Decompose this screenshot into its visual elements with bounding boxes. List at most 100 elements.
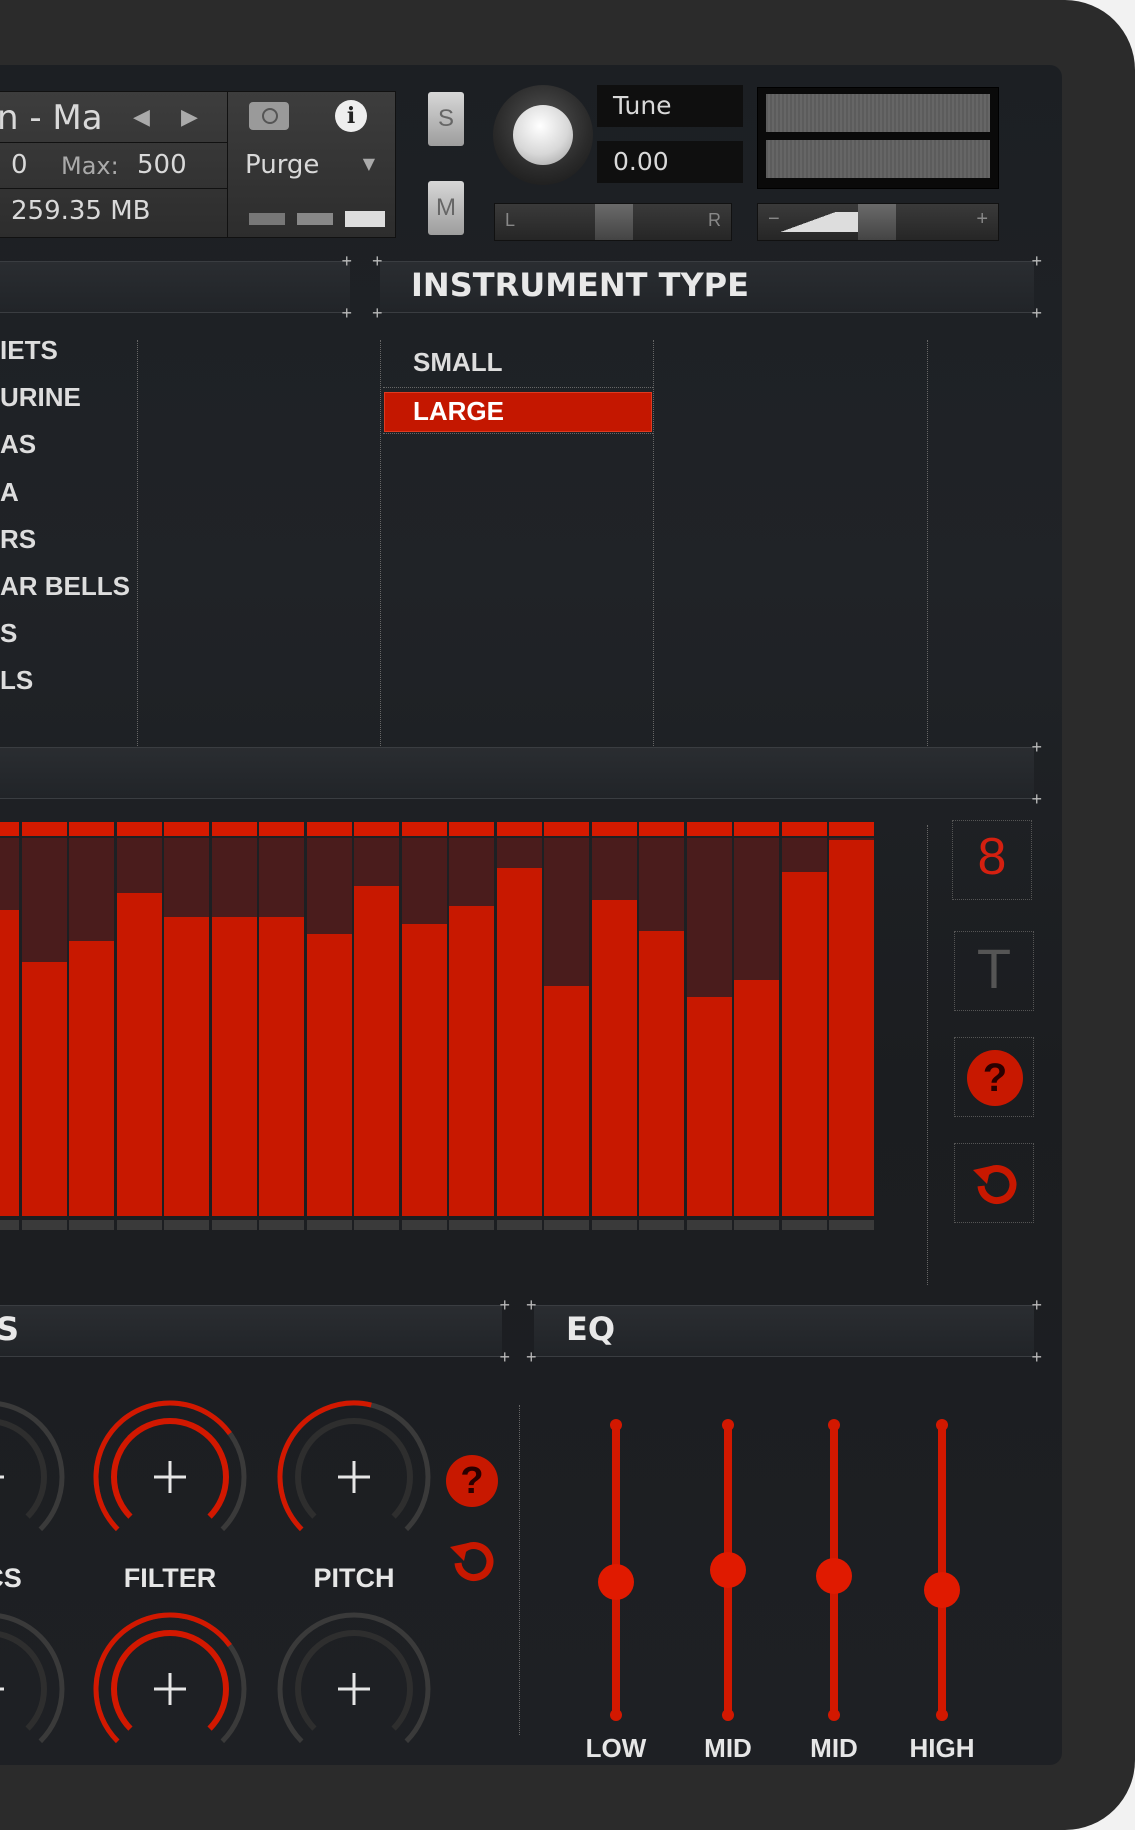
step-bar[interactable]	[591, 822, 637, 1287]
step-bar-fill	[211, 916, 257, 1216]
step-bar[interactable]	[686, 822, 732, 1287]
pan-handle[interactable]	[595, 204, 633, 240]
list-item[interactable]: S	[0, 618, 17, 649]
step-bar-foot	[0, 1220, 19, 1230]
list-item[interactable]: AR BELLS	[0, 571, 130, 602]
step-sequencer[interactable]	[0, 822, 880, 1287]
solo-button[interactable]: S	[428, 92, 464, 146]
step-bar[interactable]	[354, 822, 399, 1287]
instrument-type-large[interactable]: LARGE	[384, 392, 652, 432]
step-bar[interactable]	[544, 822, 589, 1287]
step-bar[interactable]	[401, 822, 447, 1287]
step-bar[interactable]	[306, 822, 352, 1287]
eq-slider[interactable]: LOW	[586, 1355, 646, 1765]
step-bar[interactable]	[0, 822, 19, 1287]
text-button[interactable]: T	[954, 931, 1034, 1011]
fx-knob[interactable]: PITCH	[274, 1397, 434, 1597]
eq-slider-handle[interactable]	[598, 1563, 634, 1600]
step-bar-cap	[544, 822, 589, 836]
step-bar-cap	[0, 822, 19, 836]
step-bar-cap	[259, 822, 304, 836]
eq-slider-handle[interactable]	[924, 1572, 960, 1609]
fx-knob[interactable]: MICS	[0, 1397, 68, 1597]
step-bar[interactable]	[496, 822, 542, 1287]
instrument-type-large-label: LARGE	[413, 396, 504, 426]
step-bar-foot	[496, 1220, 542, 1230]
step-bar-foot	[781, 1220, 827, 1230]
step-bar[interactable]	[69, 822, 114, 1287]
step-bar[interactable]	[781, 822, 827, 1287]
list-item[interactable]: RS	[0, 524, 36, 555]
step-bar-fill	[164, 916, 209, 1216]
step-bar-cap	[639, 822, 684, 836]
eq-slider-endcap	[610, 1419, 622, 1431]
step-bar-foot	[401, 1220, 447, 1230]
mute-button[interactable]: M	[428, 181, 464, 235]
purge-dropdown[interactable]: Purge ▼	[245, 150, 375, 180]
step-count-button[interactable]: 8	[952, 820, 1032, 900]
eq-section-header: + + + + EQ	[526, 1295, 1042, 1367]
step-bar-fill	[544, 986, 589, 1216]
knob-dial	[277, 1612, 431, 1744]
eq-slider-handle[interactable]	[710, 1552, 746, 1588]
tune-label: Tune	[597, 85, 743, 127]
info-icon[interactable]: i	[335, 100, 367, 132]
pan-slider[interactable]: L R	[494, 203, 732, 241]
step-bar[interactable]	[639, 822, 684, 1287]
step-bar[interactable]	[211, 822, 257, 1287]
max-label: Max:	[61, 152, 119, 180]
list-item[interactable]: IETS	[0, 335, 58, 366]
list-item[interactable]: A	[0, 477, 19, 508]
prev-preset-icon[interactable]: ◀	[133, 104, 150, 130]
fx-reset-icon[interactable]	[444, 1533, 500, 1589]
eq-slider[interactable]: HIGH	[910, 1355, 975, 1765]
step-bar-fill	[21, 962, 67, 1216]
step-bar-cap	[354, 822, 399, 836]
list-item[interactable]: AS	[0, 429, 36, 460]
volume-handle[interactable]	[858, 204, 896, 240]
step-bar-cap	[69, 822, 114, 836]
eq-slider[interactable]: MID	[698, 1355, 758, 1765]
step-bar-fill	[401, 923, 447, 1216]
step-bar[interactable]	[734, 822, 779, 1287]
tune-knob[interactable]	[493, 85, 593, 185]
camera-icon[interactable]	[249, 102, 289, 130]
step-bar-foot	[259, 1220, 304, 1230]
fx-help-button[interactable]: ?	[446, 1455, 498, 1507]
volume-slider[interactable]: − +	[757, 203, 999, 241]
sequencer-reset-button[interactable]	[954, 1143, 1034, 1223]
step-bar[interactable]	[259, 822, 304, 1287]
eq-slider-track	[938, 1425, 946, 1715]
step-bar[interactable]	[449, 822, 494, 1287]
instrument-type-small[interactable]: SMALL	[413, 347, 503, 378]
expand-chevron-icon[interactable]: ⌄	[456, 1761, 478, 1765]
step-bar[interactable]	[164, 822, 209, 1287]
step-bar-cap	[449, 822, 494, 836]
step-count-label: 8	[977, 828, 1007, 886]
help-icon: ?	[967, 1050, 1023, 1106]
tune-value[interactable]: 0.00	[597, 141, 743, 183]
max-voices-value[interactable]: 500	[137, 150, 187, 180]
eq-slider-handle[interactable]	[816, 1557, 852, 1594]
instrument-name[interactable]: n - Ma	[0, 98, 103, 138]
step-bar-cap	[496, 822, 542, 836]
list-item[interactable]: LS	[0, 665, 33, 696]
step-bar-foot	[734, 1220, 779, 1230]
sequencer-help-button[interactable]: ?	[954, 1037, 1034, 1117]
eq-slider-endcap	[610, 1709, 622, 1721]
list-item[interactable]: URINE	[0, 382, 81, 413]
memory-value: 259.35 MB	[11, 196, 151, 226]
fx-knob[interactable]: FILTER	[90, 1397, 250, 1597]
fx-knob[interactable]: CRUSHER	[90, 1609, 250, 1765]
next-preset-icon[interactable]: ▶	[181, 104, 198, 130]
eq-slider[interactable]: MID FREQ	[804, 1355, 864, 1765]
step-bar-foot	[829, 1220, 874, 1230]
fx-knob[interactable]: AY	[0, 1609, 68, 1765]
step-bar[interactable]	[21, 822, 67, 1287]
step-bar[interactable]	[829, 822, 874, 1287]
step-bar-foot	[116, 1220, 162, 1230]
step-bar[interactable]	[116, 822, 162, 1287]
fx-knob[interactable]: TRANSFORM	[274, 1609, 434, 1765]
knob-dial	[93, 1400, 247, 1532]
reset-icon	[973, 1165, 1017, 1205]
